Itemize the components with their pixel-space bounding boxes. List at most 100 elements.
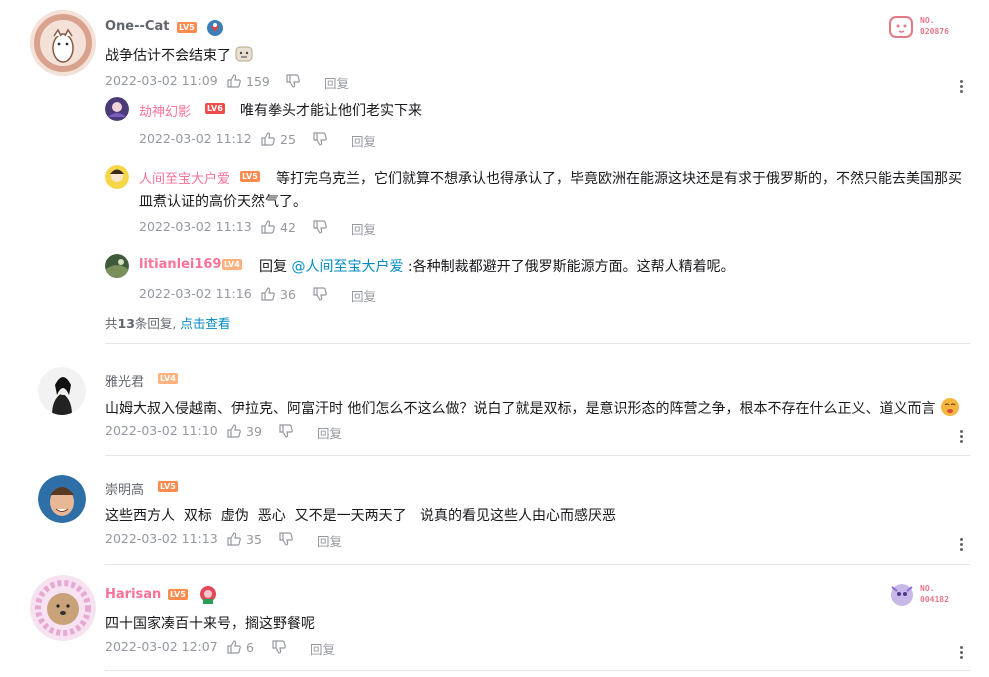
username[interactable]: 崇明高 xyxy=(105,479,144,498)
comment-text: 山姆大叔入侵越南、伊拉克、阿富汗时 他们怎么不这么做？说白了就是双标，是意识形态… xyxy=(105,397,960,418)
avatar[interactable] xyxy=(38,367,86,415)
comment-meta: 2022-03-02 11:09 159 回复 xyxy=(105,73,405,91)
comment-text: 这些西方人 双标 虚伪 恶心 又不是一天两天了 说真的看见这些人由心而感厌恶 xyxy=(105,508,616,524)
reply-text: 等打完乌克兰，它们就算不想承认也得承认了，毕竟欧洲在能源这块还是有求于俄罗斯的，… xyxy=(276,171,962,187)
more-options-icon[interactable] xyxy=(960,538,964,553)
reply-button[interactable]: 回复 xyxy=(351,219,376,238)
dislike-button[interactable] xyxy=(312,286,328,302)
dislike-button[interactable] xyxy=(312,219,328,235)
avatar[interactable] xyxy=(105,165,129,189)
like-button[interactable]: 39 xyxy=(226,423,262,439)
dislike-icon xyxy=(279,532,293,546)
username[interactable]: 劫神幻影 xyxy=(139,101,191,120)
avatar[interactable] xyxy=(105,254,129,278)
fan-badge-number: 020876 xyxy=(920,27,949,36)
view-more-link[interactable]: 点击查看 xyxy=(180,316,230,331)
like-count: 36 xyxy=(280,286,296,302)
avatar[interactable] xyxy=(30,10,96,76)
reply-meta: 2022-03-02 11:12 25 回复 xyxy=(139,131,439,149)
avatar[interactable] xyxy=(30,575,96,641)
avatar[interactable] xyxy=(38,475,86,523)
dislike-button[interactable] xyxy=(278,423,294,439)
reply-meta: 2022-03-02 11:16 36 回复 xyxy=(139,286,439,304)
like-button[interactable]: 42 xyxy=(260,219,296,235)
dislike-button[interactable] xyxy=(285,73,301,89)
like-count: 159 xyxy=(246,73,270,89)
mention-link[interactable]: @人间至宝大户爱 xyxy=(291,259,403,275)
like-icon xyxy=(261,287,275,301)
timestamp: 2022-03-02 11:09 xyxy=(105,73,218,88)
emoji-icon xyxy=(235,45,253,63)
dislike-button[interactable] xyxy=(278,531,294,547)
fan-badge-no: NO. xyxy=(920,584,935,593)
reply-meta: 2022-03-02 11:13 42 回复 xyxy=(139,219,439,237)
reply-button[interactable]: 回复 xyxy=(351,286,376,305)
comment-meta: 2022-03-02 11:13 35 回复 xyxy=(105,531,405,549)
more-options-icon[interactable] xyxy=(960,430,964,445)
comment-text: 四十国家凑百十来号，搁这野餐呢 xyxy=(105,616,315,632)
divider xyxy=(105,343,970,344)
fan-badge-icon xyxy=(891,584,913,606)
like-button[interactable]: 25 xyxy=(260,131,296,147)
like-button[interactable]: 6 xyxy=(226,639,254,655)
reply-button[interactable]: 回复 xyxy=(351,131,376,150)
like-count: 42 xyxy=(280,219,296,235)
divider xyxy=(105,670,970,671)
dislike-icon xyxy=(272,640,286,654)
like-icon xyxy=(227,74,241,88)
like-count: 25 xyxy=(280,131,296,147)
reply-button[interactable]: 回复 xyxy=(310,639,335,658)
fan-badge: NO. 004182 xyxy=(888,581,968,609)
like-count: 35 xyxy=(246,531,262,547)
dislike-icon xyxy=(313,132,327,146)
like-count: 6 xyxy=(246,639,254,655)
like-icon xyxy=(261,132,275,146)
level-badge: LV6 xyxy=(205,103,225,114)
username[interactable]: 雅光君 xyxy=(105,371,144,390)
comment-meta: 2022-03-02 11:10 39 回复 xyxy=(105,423,405,441)
medal-icon xyxy=(198,585,218,605)
divider xyxy=(105,455,970,456)
timestamp: 2022-03-02 11:10 xyxy=(105,423,218,438)
level-badge: LV5 xyxy=(168,589,188,600)
level-badge: LV4 xyxy=(158,373,178,384)
more-options-icon[interactable] xyxy=(960,646,964,661)
like-icon xyxy=(227,532,241,546)
like-count: 39 xyxy=(246,423,262,439)
like-button[interactable]: 159 xyxy=(226,73,270,89)
like-icon xyxy=(227,640,241,654)
username[interactable]: One--Cat xyxy=(105,19,169,34)
timestamp: 2022-03-02 11:13 xyxy=(139,219,252,234)
timestamp: 2022-03-02 11:12 xyxy=(139,131,252,146)
dislike-button[interactable] xyxy=(312,131,328,147)
reply-button[interactable]: 回复 xyxy=(317,531,342,550)
timestamp: 2022-03-02 11:13 xyxy=(105,531,218,546)
fan-badge-no: NO. xyxy=(920,16,935,25)
emoji-icon xyxy=(940,397,960,417)
like-button[interactable]: 35 xyxy=(226,531,262,547)
fan-badge-icon xyxy=(889,16,913,38)
dislike-icon xyxy=(313,220,327,234)
level-badge: LV4 xyxy=(222,259,242,270)
divider xyxy=(105,564,970,565)
username[interactable]: 人间至宝大户爱 xyxy=(139,168,230,187)
reply-text: 回复 @人间至宝大户爱 :各种制裁都避开了俄罗斯能源方面。这帮人精着呢。 xyxy=(259,259,735,275)
comment-text: 战争估计不会结束了 xyxy=(105,45,253,65)
level-badge: LV5 xyxy=(158,481,178,492)
username[interactable]: Harisan xyxy=(105,587,161,602)
reply-button[interactable]: 回复 xyxy=(317,423,342,442)
dislike-button[interactable] xyxy=(271,639,287,655)
timestamp: 2022-03-02 12:07 xyxy=(105,639,218,654)
reply-summary: 共13条回复, 点击查看 xyxy=(105,316,231,331)
more-options-icon[interactable] xyxy=(960,80,964,95)
comment-meta: 2022-03-02 12:07 6 回复 xyxy=(105,639,405,657)
level-badge: LV5 xyxy=(177,22,197,33)
dislike-icon xyxy=(286,74,300,88)
medal-icon xyxy=(206,19,224,37)
reply-text-continued: 皿煮认证的高价天然气了。 xyxy=(139,194,307,210)
reply-button[interactable]: 回复 xyxy=(324,73,349,92)
username[interactable]: litianlei169 xyxy=(139,257,221,272)
like-button[interactable]: 36 xyxy=(260,286,296,302)
avatar[interactable] xyxy=(105,97,129,121)
like-icon xyxy=(227,424,241,438)
